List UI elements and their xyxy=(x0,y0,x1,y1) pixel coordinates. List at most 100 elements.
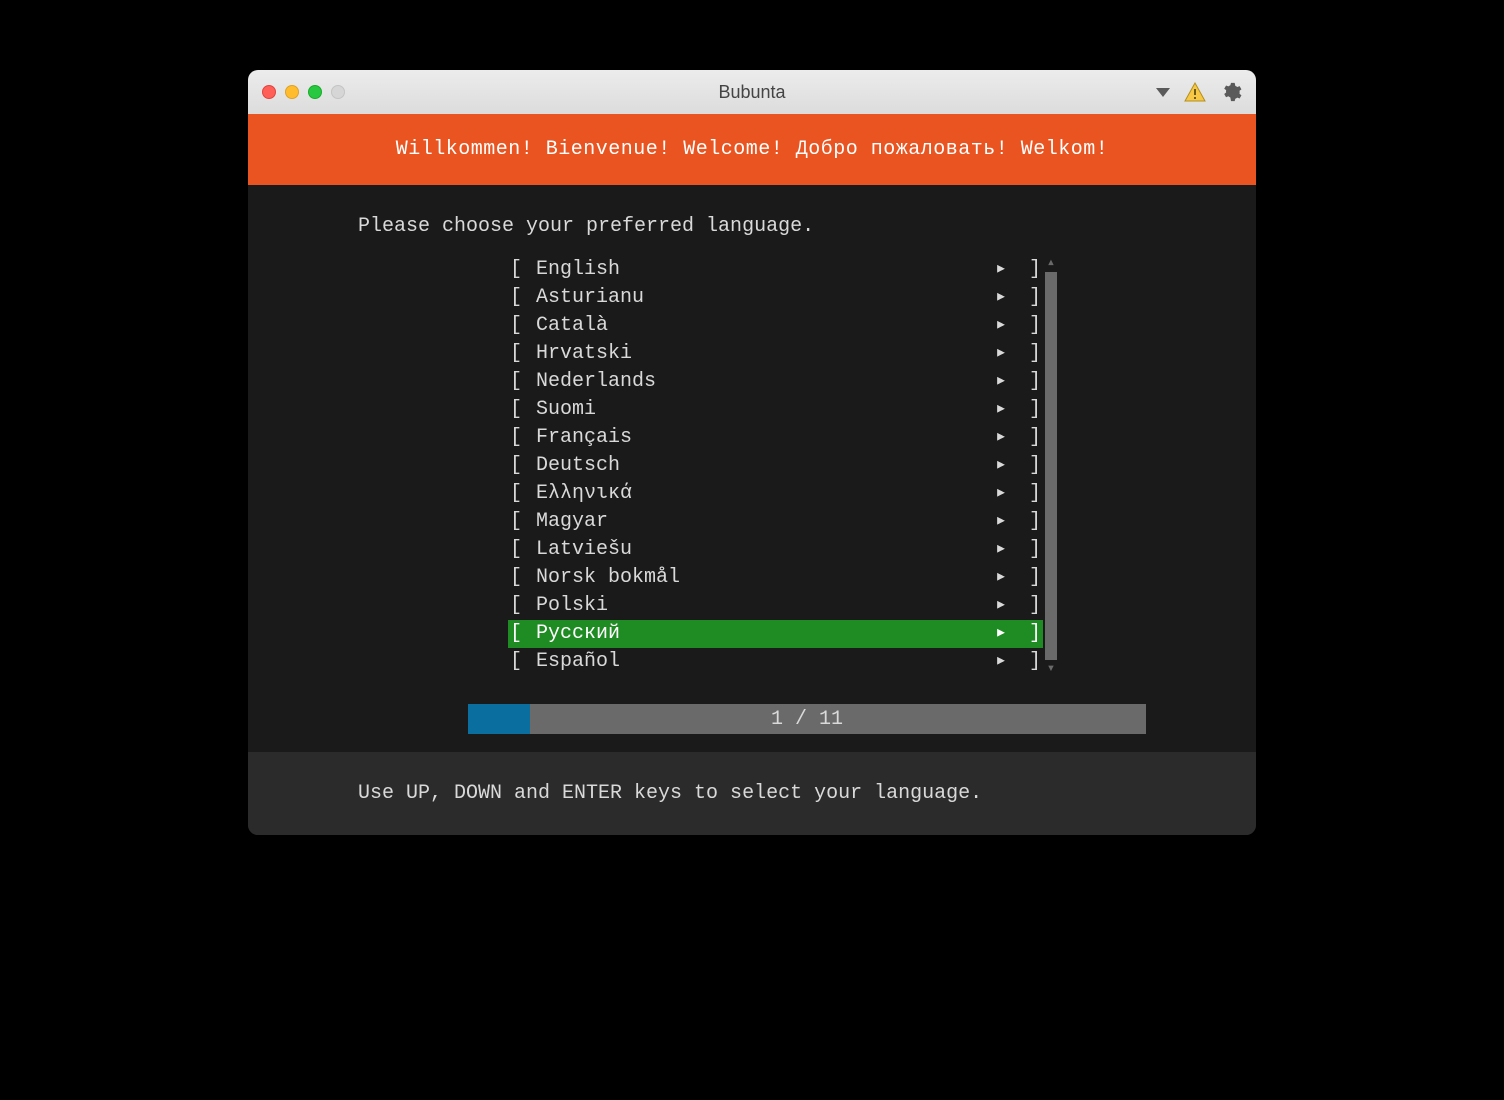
traffic-lights xyxy=(262,85,345,99)
bracket-left: [ xyxy=(508,536,536,564)
bracket-right: ] xyxy=(1015,564,1043,592)
language-option[interactable]: [ Français ▸ ] xyxy=(508,424,1043,452)
warning-icon[interactable] xyxy=(1184,82,1206,102)
bracket-left: [ xyxy=(508,592,536,620)
scrollbar[interactable]: ▴ ▾ xyxy=(1043,256,1059,676)
bracket-right: ] xyxy=(1015,256,1043,284)
language-option[interactable]: [ Polski ▸ ] xyxy=(508,592,1043,620)
submenu-triangle-icon: ▸ xyxy=(987,424,1015,452)
bracket-right: ] xyxy=(1015,648,1043,676)
language-option[interactable]: [ Magyar ▸ ] xyxy=(508,508,1043,536)
language-label: Asturianu xyxy=(536,284,644,312)
submenu-triangle-icon: ▸ xyxy=(987,340,1015,368)
language-list-area: [ English▸ ][ Asturianu▸ ][ Català▸ ][ H… xyxy=(248,256,1256,676)
vm-window: Bubunta Willkommen! Bienvenue! Welcome! … xyxy=(248,70,1256,835)
welcome-text: Willkommen! Bienvenue! Welcome! Добро по… xyxy=(396,138,1109,161)
bracket-right: ] xyxy=(1015,592,1043,620)
disabled-button xyxy=(331,85,345,99)
bracket-right: ] xyxy=(1015,480,1043,508)
prompt-text: Please choose your preferred language. xyxy=(248,215,1256,256)
chevron-down-icon[interactable] xyxy=(1156,88,1170,97)
submenu-triangle-icon: ▸ xyxy=(987,396,1015,424)
scrollbar-track[interactable] xyxy=(1045,272,1057,660)
language-label: Русский xyxy=(536,620,620,648)
bracket-left: [ xyxy=(508,256,536,284)
language-option[interactable]: [ English ▸ ] xyxy=(508,256,1043,284)
progress-wrap: 1 / 11 xyxy=(248,704,1256,734)
language-label: Norsk bokmål xyxy=(536,564,680,592)
bracket-right: ] xyxy=(1015,312,1043,340)
submenu-triangle-icon: ▸ xyxy=(987,312,1015,340)
bracket-right: ] xyxy=(1015,424,1043,452)
progress-label: 1 / 11 xyxy=(771,708,843,731)
submenu-triangle-icon: ▸ xyxy=(987,368,1015,396)
language-option[interactable]: [ Asturianu ▸ ] xyxy=(508,284,1043,312)
bracket-left: [ xyxy=(508,564,536,592)
language-option[interactable]: [ Hrvatski▸ ] xyxy=(508,340,1043,368)
terminal-body: Please choose your preferred language. [… xyxy=(248,185,1256,835)
bracket-left: [ xyxy=(508,620,536,648)
bracket-right: ] xyxy=(1015,340,1043,368)
scroll-up-icon[interactable]: ▴ xyxy=(1047,256,1055,270)
submenu-triangle-icon: ▸ xyxy=(987,508,1015,536)
bracket-left: [ xyxy=(508,284,536,312)
language-label: Latviešu xyxy=(536,536,632,564)
bracket-right: ] xyxy=(1015,284,1043,312)
bracket-left: [ xyxy=(508,368,536,396)
language-option[interactable]: [ Català▸ ] xyxy=(508,312,1043,340)
maximize-button[interactable] xyxy=(308,85,322,99)
bracket-left: [ xyxy=(508,396,536,424)
scroll-down-icon[interactable]: ▾ xyxy=(1047,662,1055,676)
submenu-triangle-icon: ▸ xyxy=(987,620,1015,648)
bracket-left: [ xyxy=(508,508,536,536)
language-label: Magyar xyxy=(536,508,608,536)
bracket-left: [ xyxy=(508,312,536,340)
bracket-right: ] xyxy=(1015,620,1043,648)
language-label: Nederlands xyxy=(536,368,656,396)
bracket-right: ] xyxy=(1015,452,1043,480)
bracket-left: [ xyxy=(508,452,536,480)
submenu-triangle-icon: ▸ xyxy=(987,564,1015,592)
language-label: Hrvatski xyxy=(536,340,632,368)
submenu-triangle-icon: ▸ xyxy=(987,536,1015,564)
language-label: English xyxy=(536,256,620,284)
submenu-triangle-icon: ▸ xyxy=(987,592,1015,620)
bracket-right: ] xyxy=(1015,508,1043,536)
language-option[interactable]: [ Suomi ▸ ] xyxy=(508,396,1043,424)
bracket-left: [ xyxy=(508,480,536,508)
bracket-right: ] xyxy=(1015,368,1043,396)
bracket-right: ] xyxy=(1015,396,1043,424)
submenu-triangle-icon: ▸ xyxy=(987,284,1015,312)
titlebar-right xyxy=(1156,81,1242,103)
bracket-right: ] xyxy=(1015,536,1043,564)
gear-icon[interactable] xyxy=(1220,81,1242,103)
submenu-triangle-icon: ▸ xyxy=(987,648,1015,676)
titlebar: Bubunta xyxy=(248,70,1256,114)
language-option[interactable]: [ Ελληνικά ▸ ] xyxy=(508,480,1043,508)
language-list[interactable]: [ English▸ ][ Asturianu▸ ][ Català▸ ][ H… xyxy=(508,256,1043,676)
language-option[interactable]: [ Nederlands ▸ ] xyxy=(508,368,1043,396)
window-title: Bubunta xyxy=(248,82,1256,103)
language-option[interactable]: [ Deutsch ▸ ] xyxy=(508,452,1043,480)
minimize-button[interactable] xyxy=(285,85,299,99)
language-label: Français xyxy=(536,424,632,452)
submenu-triangle-icon: ▸ xyxy=(987,452,1015,480)
progress-bar: 1 / 11 xyxy=(468,704,1146,734)
progress-fill xyxy=(468,704,530,734)
welcome-banner: Willkommen! Bienvenue! Welcome! Добро по… xyxy=(248,114,1256,185)
language-option[interactable]: [ Español ▸ ] xyxy=(508,648,1043,676)
language-option[interactable]: [ Latviešu ▸ ] xyxy=(508,536,1043,564)
submenu-triangle-icon: ▸ xyxy=(987,256,1015,284)
footer-hint: Use UP, DOWN and ENTER keys to select yo… xyxy=(248,752,1256,835)
language-label: Polski xyxy=(536,592,608,620)
language-label: Suomi xyxy=(536,396,596,424)
submenu-triangle-icon: ▸ xyxy=(987,480,1015,508)
language-label: Ελληνικά xyxy=(536,480,632,508)
bracket-left: [ xyxy=(508,648,536,676)
language-option[interactable]: [ Norsk bokmål ▸ ] xyxy=(508,564,1043,592)
language-label: Español xyxy=(536,648,620,676)
bracket-left: [ xyxy=(508,424,536,452)
language-label: Deutsch xyxy=(536,452,620,480)
close-button[interactable] xyxy=(262,85,276,99)
language-option[interactable]: [ Русский ▸ ] xyxy=(508,620,1043,648)
